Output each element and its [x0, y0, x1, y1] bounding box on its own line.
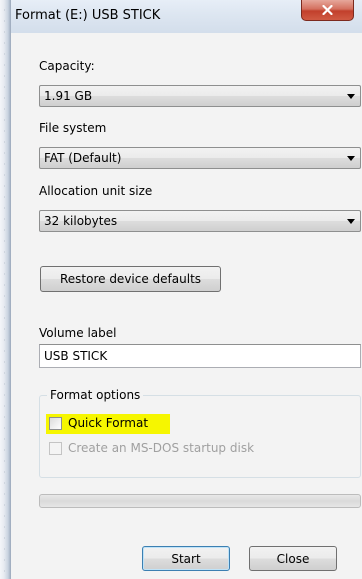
- allocation-unit-label: Allocation unit size: [39, 184, 153, 198]
- quick-format-checkbox[interactable]: [49, 417, 62, 430]
- format-dialog: Format (E:) USB STICK Capacity: 1.91 GB …: [11, 0, 362, 579]
- volume-label-caption: Volume label: [39, 326, 117, 340]
- chevron-down-icon: [347, 156, 355, 161]
- x-icon: [322, 5, 333, 15]
- window-title: Format (E:) USB STICK: [15, 8, 161, 23]
- close-button[interactable]: Close: [249, 546, 337, 571]
- file-system-label: File system: [39, 121, 107, 135]
- allocation-unit-dropdown[interactable]: 32 kilobytes: [39, 210, 361, 232]
- restore-defaults-button[interactable]: Restore device defaults: [40, 266, 221, 292]
- start-button[interactable]: Start: [142, 546, 230, 571]
- allocation-unit-value: 32 kilobytes: [44, 214, 118, 228]
- msdos-startup-checkbox[interactable]: [49, 442, 62, 455]
- file-system-dropdown[interactable]: FAT (Default): [39, 147, 361, 169]
- window-close-button[interactable]: [301, 0, 354, 21]
- volume-label-value: USB STICK: [44, 349, 108, 363]
- format-options-title: Format options: [47, 388, 144, 402]
- capacity-label: Capacity:: [39, 59, 95, 73]
- quick-format-label[interactable]: Quick Format: [68, 416, 148, 430]
- file-system-value: FAT (Default): [44, 151, 122, 165]
- chevron-down-icon: [347, 94, 355, 99]
- format-options-group: [39, 395, 361, 478]
- background-window-edge: [0, 0, 11, 579]
- capacity-dropdown[interactable]: 1.91 GB: [39, 85, 361, 107]
- volume-label-input[interactable]: USB STICK: [39, 344, 361, 368]
- msdos-startup-label: Create an MS-DOS startup disk: [68, 441, 255, 455]
- format-progress-bar: [39, 494, 361, 508]
- capacity-value: 1.91 GB: [44, 89, 93, 103]
- title-bar[interactable]: Format (E:) USB STICK: [11, 0, 362, 33]
- chevron-down-icon: [347, 219, 355, 224]
